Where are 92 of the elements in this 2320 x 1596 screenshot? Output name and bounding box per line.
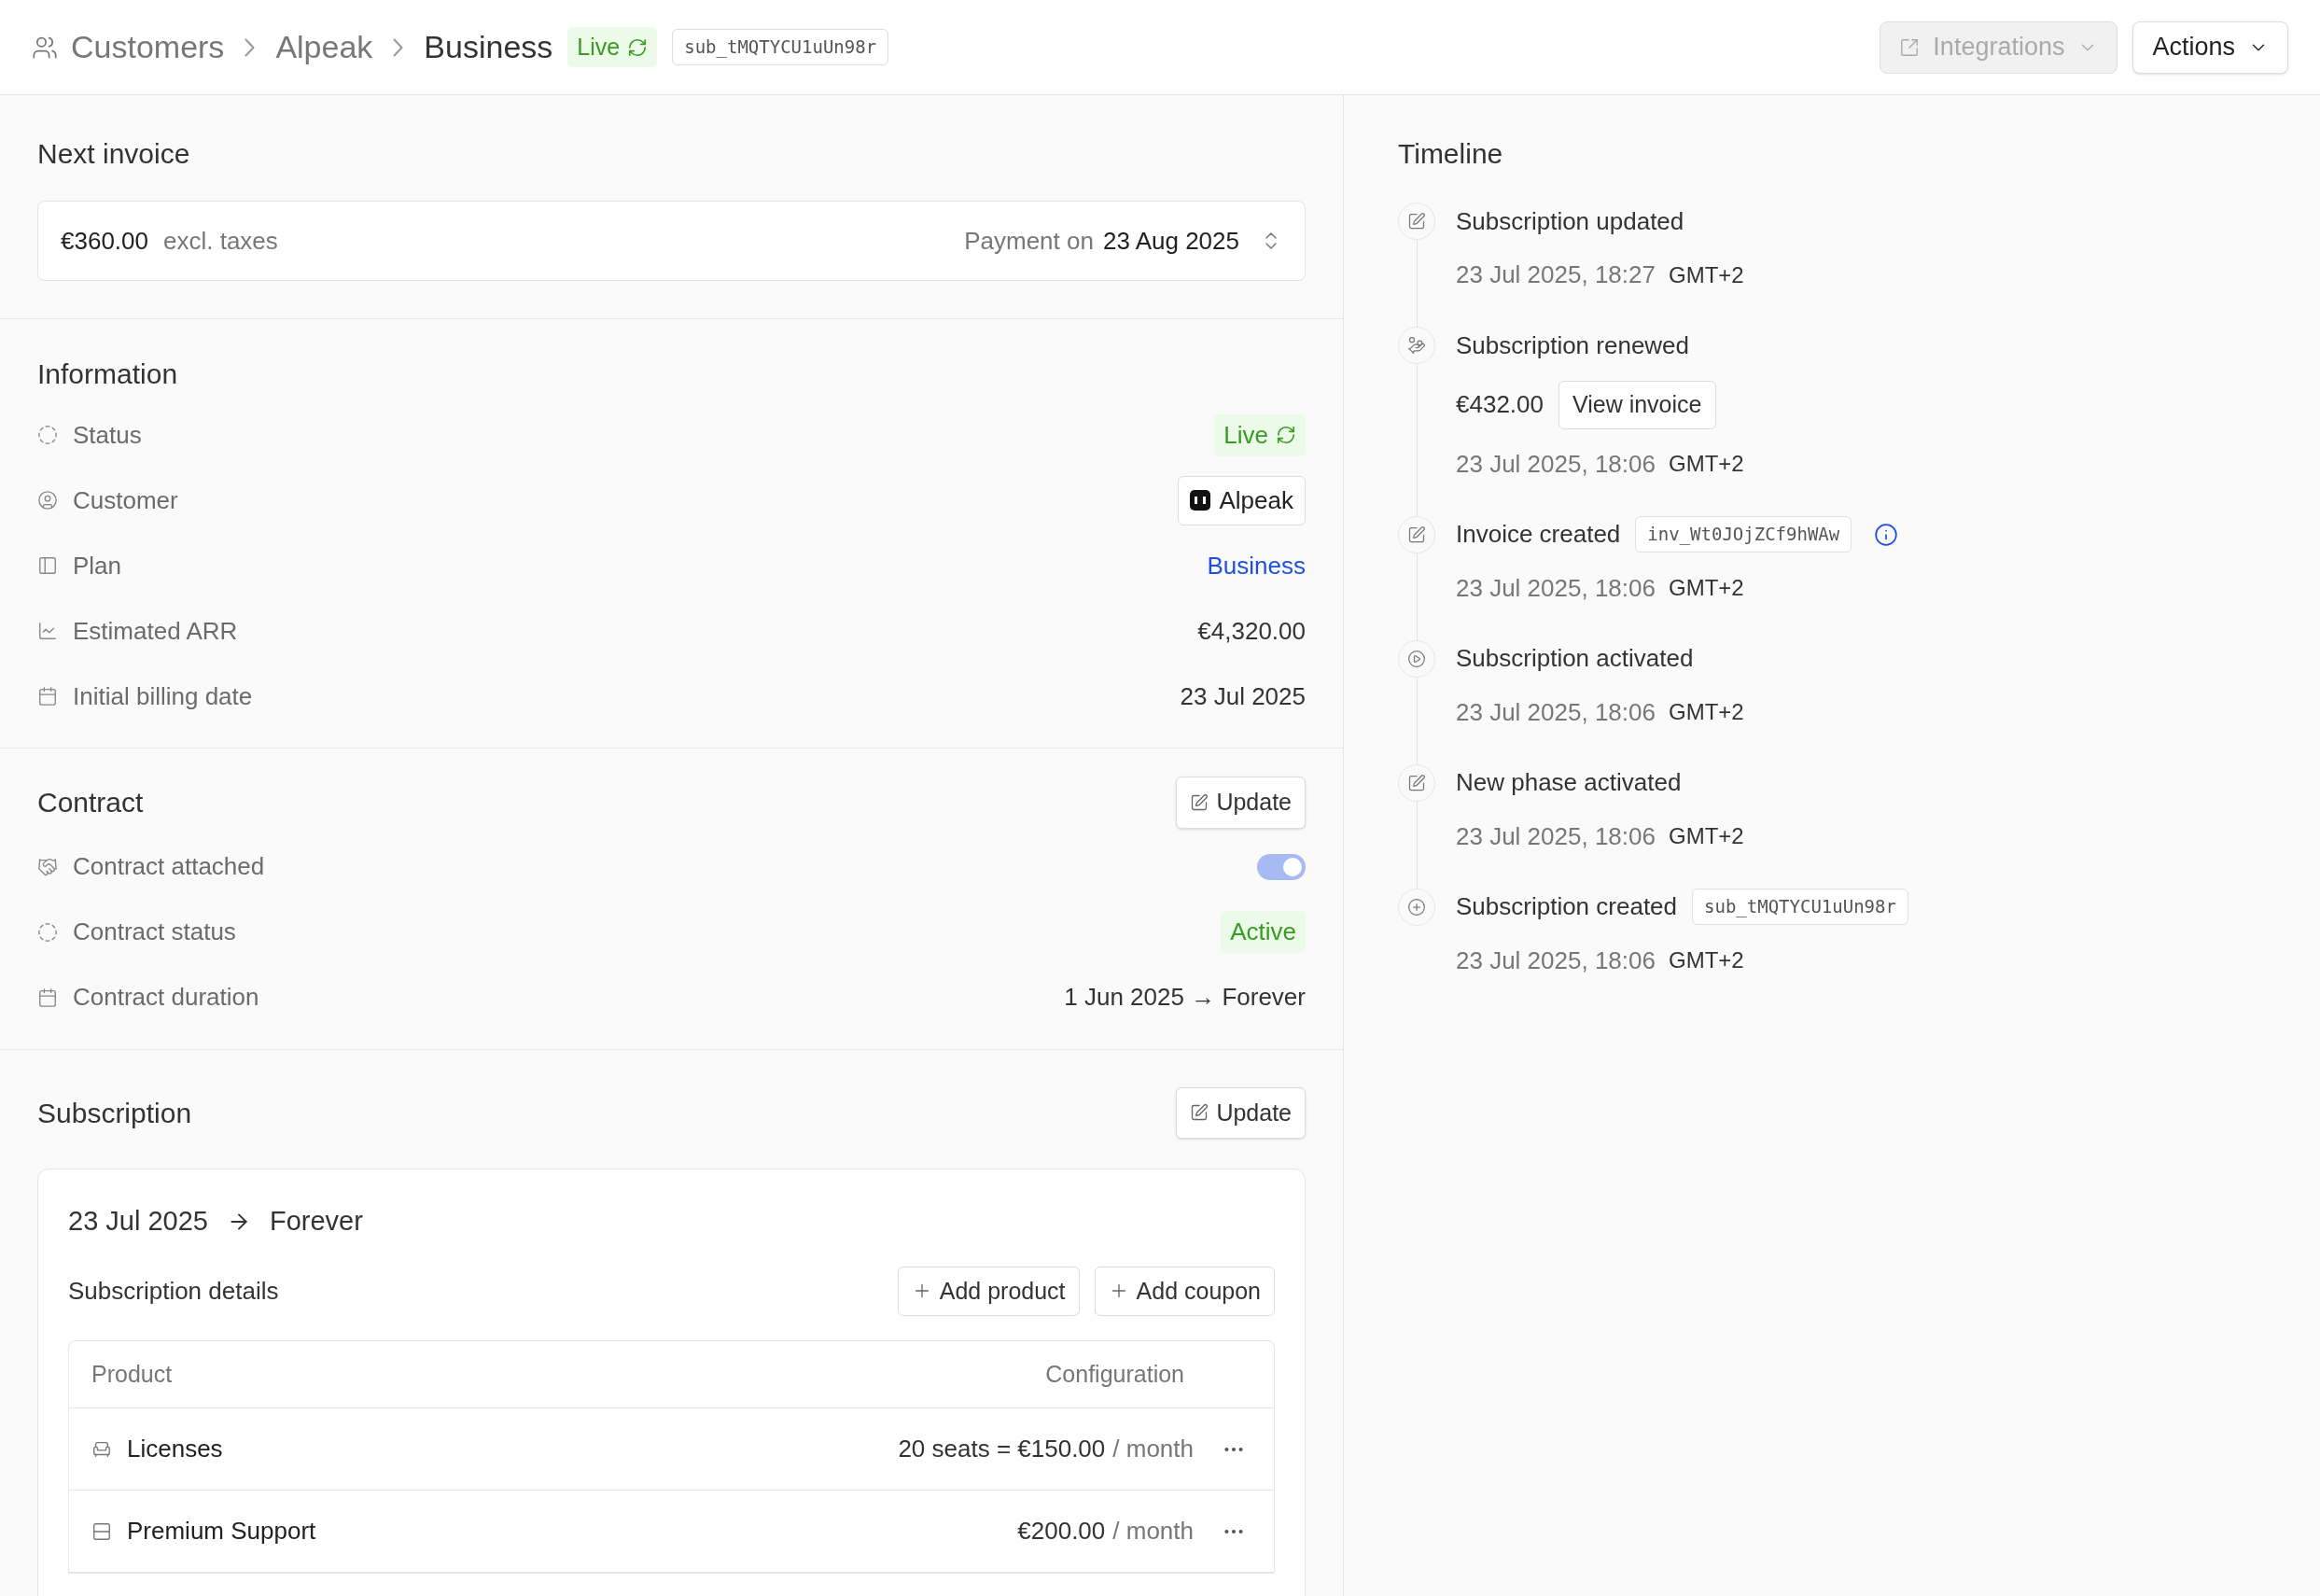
details-title: Subscription details [68, 1275, 279, 1307]
field-label: Customer [73, 484, 178, 516]
edit-icon [1190, 792, 1209, 812]
section-title: Timeline [1398, 137, 1504, 171]
breadcrumb-link[interactable]: Business [424, 23, 553, 71]
breadcrumb-link[interactable]: Customers [71, 23, 225, 71]
field-label: Status [73, 419, 142, 451]
product-name: Licenses [127, 1434, 223, 1464]
status-badge: Active [1221, 911, 1306, 953]
company-logo-icon [1189, 490, 1210, 511]
live-badge: Live [567, 26, 658, 68]
add-coupon-button[interactable]: Add coupon [1094, 1266, 1275, 1316]
timezone: GMT+2 [1668, 822, 1744, 850]
toggle-switch[interactable] [1257, 853, 1306, 880]
field-label: Contract status [73, 917, 236, 947]
play-icon [1407, 649, 1426, 668]
plan-link[interactable]: Business [1207, 547, 1306, 584]
product-price: 20 seats = €150.00 [898, 1434, 1106, 1464]
calendar-icon [37, 987, 58, 1008]
field-label: Initial billing date [73, 680, 253, 712]
user-circle-icon [37, 490, 58, 511]
view-invoice-button[interactable]: View invoice [1558, 381, 1716, 429]
event-title: Subscription activated [1456, 643, 1694, 674]
dashed-circle-icon [37, 921, 58, 943]
id-chip: sub_tMQTYCU1uUn98r [1692, 889, 1908, 925]
event-date: 23 Jul 2025, 18:06 [1456, 696, 1656, 728]
line-chart-icon [37, 621, 58, 641]
live-badge: Live [1214, 413, 1306, 456]
field-label: Estimated ARR [73, 615, 238, 647]
update-button[interactable]: Update [1176, 1086, 1306, 1139]
event-date: 23 Jul 2025, 18:27 [1456, 259, 1656, 290]
event-date: 23 Jul 2025, 18:06 [1456, 820, 1656, 852]
field-value: 23 Jul 2025 [1180, 680, 1306, 712]
field-label: Contract duration [73, 982, 259, 1013]
section-title: Information [37, 357, 179, 391]
event-title: Invoice created [1456, 519, 1621, 550]
invoice-amount: €360.00 [61, 225, 148, 257]
timezone: GMT+2 [1668, 260, 1744, 289]
chevron-right-icon [245, 37, 256, 57]
event-amount: €432.00 [1456, 389, 1544, 421]
column-header: Product [91, 1359, 173, 1389]
event-title: Subscription updated [1456, 205, 1684, 237]
handshake-icon [37, 856, 58, 877]
period-start: 23 Jul 2025 [68, 1205, 208, 1238]
column-header: Configuration [1045, 1359, 1184, 1389]
event-title: Subscription created [1456, 891, 1678, 922]
timezone: GMT+2 [1668, 450, 1744, 478]
field-label: Contract attached [73, 851, 265, 882]
payment-label: Payment on [964, 225, 1094, 257]
info-icon[interactable] [1874, 522, 1899, 547]
plus-circle-icon [1407, 897, 1426, 917]
event-date: 23 Jul 2025, 18:06 [1456, 945, 1656, 976]
hand-coins-icon [1407, 336, 1426, 355]
timezone: GMT+2 [1668, 574, 1744, 602]
update-button[interactable]: Update [1176, 777, 1306, 829]
rows-icon [91, 1520, 112, 1542]
refresh-icon [1276, 425, 1296, 445]
panel-icon [37, 555, 58, 576]
event-date: 23 Jul 2025, 18:06 [1456, 448, 1656, 480]
edit-icon [1407, 212, 1426, 231]
field-label: Plan [73, 550, 122, 581]
timezone: GMT+2 [1668, 698, 1744, 726]
add-product-button[interactable]: Add product [897, 1266, 1080, 1316]
edit-icon [1407, 525, 1426, 544]
period-end: Forever [269, 1205, 363, 1238]
event-title: New phase activated [1456, 767, 1682, 798]
edit-icon [1407, 773, 1426, 792]
product-price: €200.00 [1017, 1516, 1106, 1547]
dashed-circle-icon [37, 425, 58, 445]
breadcrumb-link[interactable]: Alpeak [275, 23, 373, 71]
edit-icon [1190, 1103, 1209, 1123]
product-name: Premium Support [127, 1516, 316, 1547]
event-title: Subscription renewed [1456, 329, 1690, 361]
refresh-icon [627, 36, 649, 58]
field-value: €4,320.00 [1197, 615, 1306, 647]
timezone: GMT+2 [1668, 946, 1744, 974]
section-title: Subscription [37, 1096, 192, 1130]
payment-date: 23 Aug 2025 [1102, 225, 1239, 257]
actions-button[interactable]: Actions [2132, 21, 2288, 74]
external-link-icon [1899, 36, 1921, 58]
id-chip: inv_Wt0JOjZCf9hWAw [1635, 516, 1852, 553]
section-title: Next invoice [37, 137, 191, 171]
chevron-right-icon [393, 37, 404, 57]
calendar-icon [37, 686, 58, 707]
section-title: Contract [37, 786, 144, 820]
event-date: 23 Jul 2025, 18:06 [1456, 572, 1656, 604]
tax-note: excl. taxes [163, 225, 278, 257]
billing-period: / month [1112, 1516, 1194, 1547]
billing-period: / month [1112, 1434, 1194, 1464]
id-chip: sub_tMQTYCU1uUn98r [672, 29, 889, 65]
customer-chip[interactable]: Alpeak [1177, 475, 1306, 525]
field-value: 1 Jun 2025 → Forever [1064, 982, 1306, 1013]
